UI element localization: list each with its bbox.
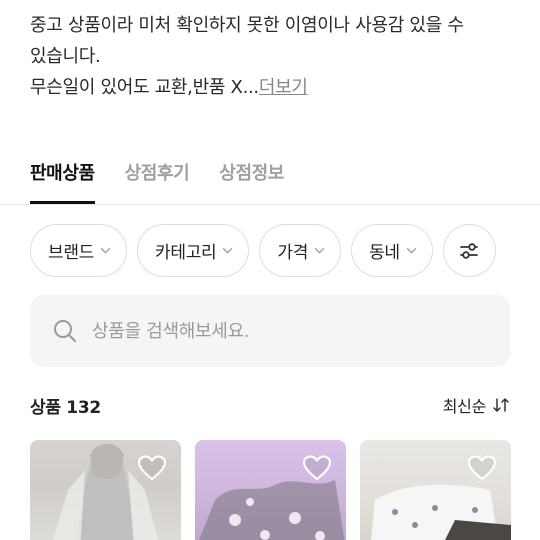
description-line-3: 무슨일이 있어도 교환,반품 X...더보기 <box>30 72 510 103</box>
heart-icon[interactable] <box>467 454 497 482</box>
filter-bar: 브랜드 카테고리 가격 동네 <box>30 224 496 277</box>
product-card[interactable] <box>195 440 346 540</box>
product-grid <box>30 440 511 540</box>
chevron-down-icon <box>406 247 417 254</box>
heart-icon[interactable] <box>137 454 167 482</box>
filter-neighborhood-button[interactable]: 동네 <box>351 224 433 277</box>
tab-products[interactable]: 판매상품 <box>30 158 95 204</box>
tab-shop-info[interactable]: 상점정보 <box>219 158 284 204</box>
product-card[interactable] <box>30 440 181 540</box>
filter-settings-button[interactable] <box>442 224 496 277</box>
chevron-down-icon <box>100 247 111 254</box>
filter-brand-button[interactable]: 브랜드 <box>30 224 128 277</box>
filter-category-button[interactable]: 카테고리 <box>137 224 250 277</box>
description-line-2: 있습니다. <box>30 46 101 67</box>
sort-label: 최신순 <box>442 397 487 416</box>
filter-price-label: 가격 <box>277 243 309 263</box>
heart-icon[interactable] <box>302 454 332 482</box>
filter-category-label: 카테고리 <box>155 243 217 263</box>
more-link[interactable]: 더보기 <box>259 77 308 98</box>
search-input[interactable] <box>92 320 452 342</box>
shop-tabs: 판매상품 상점후기 상점정보 <box>30 158 314 204</box>
chevron-down-icon <box>223 247 233 254</box>
product-card[interactable] <box>360 440 511 540</box>
sliders-icon <box>460 242 479 259</box>
sort-button[interactable]: 최신순 <box>443 393 510 417</box>
chevron-down-icon <box>314 247 325 254</box>
filter-brand-label: 브랜드 <box>48 243 95 263</box>
sort-arrows-icon <box>493 398 509 412</box>
shop-description: 중고 상품이라 미처 확인하지 못한 이염이나 사용감 있을 수 있습니다. 무… <box>30 10 510 103</box>
search-icon <box>54 320 76 342</box>
filter-neighborhood-label: 동네 <box>369 243 400 263</box>
tabs-divider <box>0 204 540 205</box>
products-header: 상품 132 최신순 <box>30 392 510 418</box>
product-search-box[interactable] <box>30 295 510 367</box>
description-line-1: 중고 상품이라 미처 확인하지 못한 이염이나 사용감 있을 수 <box>30 15 464 36</box>
product-count: 상품 132 <box>30 397 101 418</box>
description-line-3-text: 무슨일이 있어도 교환,반품 X... <box>30 77 259 98</box>
filter-price-button[interactable]: 가격 <box>259 224 342 277</box>
tab-reviews[interactable]: 상점후기 <box>125 158 190 204</box>
